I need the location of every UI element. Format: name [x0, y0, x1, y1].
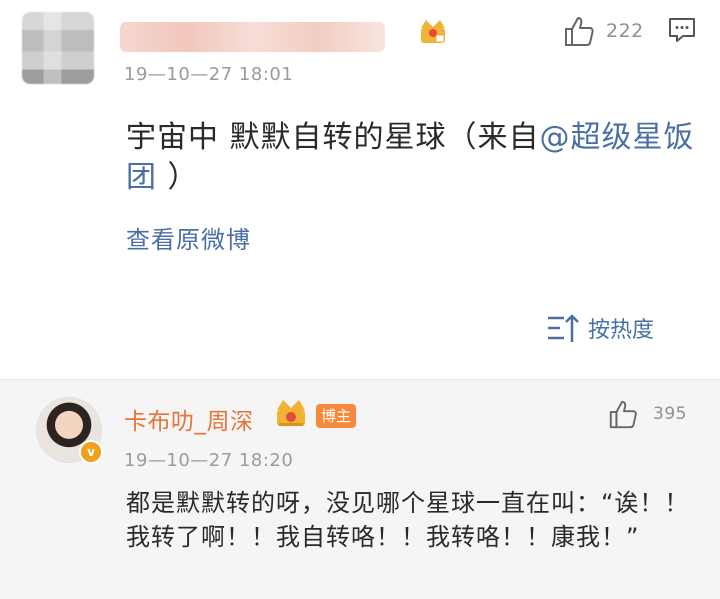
comment-icon[interactable] [667, 16, 697, 44]
post-like-button[interactable]: 222 [562, 14, 644, 48]
blogger-badge: 博主 [316, 404, 357, 428]
sort-icon [548, 314, 579, 342]
reply-like-button[interactable]: 395 [607, 398, 687, 430]
verified-icon: v [79, 440, 103, 464]
post-text-after: ） [157, 160, 199, 195]
crown-icon [277, 400, 305, 426]
thumbs-up-icon [565, 17, 594, 46]
post-like-count: 222 [606, 20, 644, 42]
sort-by-hot-button[interactable]: 按热度 [546, 312, 654, 344]
reply-content: 都是默默转的呀，没见哪个星球一直在叫：“诶！！我转了啊！！我自转咯！！我转咯！！… [126, 489, 690, 551]
sort-label: 按热度 [588, 318, 655, 343]
crown-icon [421, 20, 445, 43]
reply-timestamp: 19—10—27 18:20 [124, 450, 294, 471]
post-author-avatar[interactable] [22, 12, 94, 84]
post-timestamp: 19—10—27 18:01 [124, 64, 294, 85]
reply-username[interactable]: 卡布叻_周深 [124, 402, 254, 436]
post-content: 宇宙中 默默自转的星球（来自@超级星饭团 ） [126, 118, 696, 198]
post-text-before: 宇宙中 默默自转的星球（来自 [126, 120, 540, 155]
post-author-name-redacted[interactable] [120, 22, 385, 52]
reply-like-count: 395 [653, 404, 687, 424]
thumbs-up-icon [609, 400, 637, 429]
view-original-link[interactable]: 查看原微博 [126, 220, 251, 255]
